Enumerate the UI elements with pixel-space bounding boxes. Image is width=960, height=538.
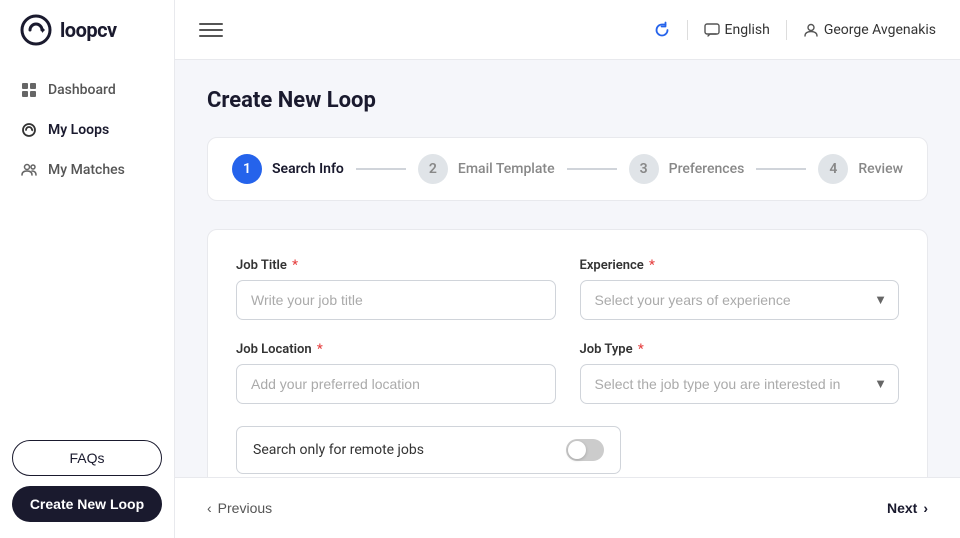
job-type-label: Job Type * (580, 342, 900, 357)
sidebar-nav: Dashboard My Loops (0, 60, 174, 424)
step-1[interactable]: 1 Search Info (232, 154, 344, 184)
loops-icon (20, 121, 38, 139)
chat-icon (704, 22, 720, 38)
experience-group: Experience * Select your years of experi… (580, 258, 900, 320)
logo-icon (20, 14, 52, 46)
main-content: English George Avgenakis Create New Loop… (175, 0, 960, 538)
topnav-left (199, 18, 223, 42)
step-4[interactable]: 4 Review (818, 154, 903, 184)
dashboard-icon (20, 81, 38, 99)
logo-text: loopcv (60, 18, 117, 42)
sidebar-bottom: FAQs Create New Loop (0, 424, 174, 538)
sidebar-item-my-matches-label: My Matches (48, 162, 125, 178)
page-title: Create New Loop (207, 88, 928, 113)
stepper: 1 Search Info 2 Email Template 3 Prefere… (207, 137, 928, 201)
top-nav: English George Avgenakis (175, 0, 960, 60)
experience-select[interactable]: Select your years of experience 1-2 year… (580, 280, 900, 320)
step-4-number: 4 (818, 154, 848, 184)
job-location-input[interactable] (236, 364, 556, 404)
sidebar-item-my-loops[interactable]: My Loops (0, 110, 174, 150)
logo: loopcv (0, 0, 174, 60)
create-new-loop-button[interactable]: Create New Loop (12, 486, 162, 522)
experience-select-wrapper: Select your years of experience 1-2 year… (580, 280, 900, 320)
step-3-number: 3 (629, 154, 659, 184)
step-2-number: 2 (418, 154, 448, 184)
divider-2 (786, 20, 787, 40)
prev-chevron-icon: ‹ (207, 500, 212, 516)
remote-jobs-toggle-row: Search only for remote jobs (236, 426, 621, 474)
job-type-select[interactable]: Select the job type you are interested i… (580, 364, 900, 404)
sidebar-item-my-loops-label: My Loops (48, 122, 109, 138)
refresh-icon[interactable] (653, 21, 671, 39)
step-2[interactable]: 2 Email Template (418, 154, 555, 184)
sidebar: loopcv Dashboard (0, 0, 175, 538)
user-menu[interactable]: George Avgenakis (803, 22, 936, 38)
job-title-label: Job Title * (236, 258, 556, 273)
sidebar-item-dashboard[interactable]: Dashboard (0, 70, 174, 110)
job-type-group: Job Type * Select the job type you are i… (580, 342, 900, 404)
step-2-label: Email Template (458, 161, 555, 177)
topnav-right: English George Avgenakis (653, 20, 936, 40)
next-button[interactable]: Next › (887, 492, 928, 524)
user-name: George Avgenakis (824, 22, 936, 38)
job-title-required: * (289, 258, 298, 273)
job-title-group: Job Title * (236, 258, 556, 320)
divider-1 (687, 20, 688, 40)
faqs-button[interactable]: FAQs (12, 440, 162, 476)
step-4-label: Review (858, 161, 903, 177)
connector-1 (356, 168, 406, 170)
sidebar-item-dashboard-label: Dashboard (48, 82, 116, 98)
step-3[interactable]: 3 Preferences (629, 154, 745, 184)
page-content: Create New Loop 1 Search Info 2 Email Te… (175, 60, 960, 477)
hamburger-menu[interactable] (199, 18, 223, 42)
form-row-2: Job Location * Job Type * Select the job… (236, 342, 899, 404)
language-selector[interactable]: English (704, 22, 770, 38)
job-type-select-wrapper: Select the job type you are interested i… (580, 364, 900, 404)
matches-icon (20, 161, 38, 179)
job-type-required: * (635, 342, 644, 357)
experience-required: * (646, 258, 655, 273)
search-info-form: Job Title * Experience * Select your yea… (207, 229, 928, 477)
remote-jobs-toggle[interactable] (566, 439, 604, 461)
step-1-label: Search Info (272, 161, 344, 177)
job-location-group: Job Location * (236, 342, 556, 404)
previous-button[interactable]: ‹ Previous (207, 492, 272, 524)
step-1-number: 1 (232, 154, 262, 184)
next-chevron-icon: › (923, 500, 928, 516)
remote-jobs-label: Search only for remote jobs (253, 442, 566, 458)
experience-label: Experience * (580, 258, 900, 273)
language-label: English (725, 22, 770, 38)
job-title-input[interactable] (236, 280, 556, 320)
step-3-label: Preferences (669, 161, 745, 177)
sidebar-item-my-matches[interactable]: My Matches (0, 150, 174, 190)
connector-2 (567, 168, 617, 170)
job-location-required: * (314, 342, 323, 357)
bottom-navigation: ‹ Previous Next › (175, 477, 960, 538)
user-icon (803, 22, 819, 38)
form-row-1: Job Title * Experience * Select your yea… (236, 258, 899, 320)
connector-3 (756, 168, 806, 170)
job-location-label: Job Location * (236, 342, 556, 357)
